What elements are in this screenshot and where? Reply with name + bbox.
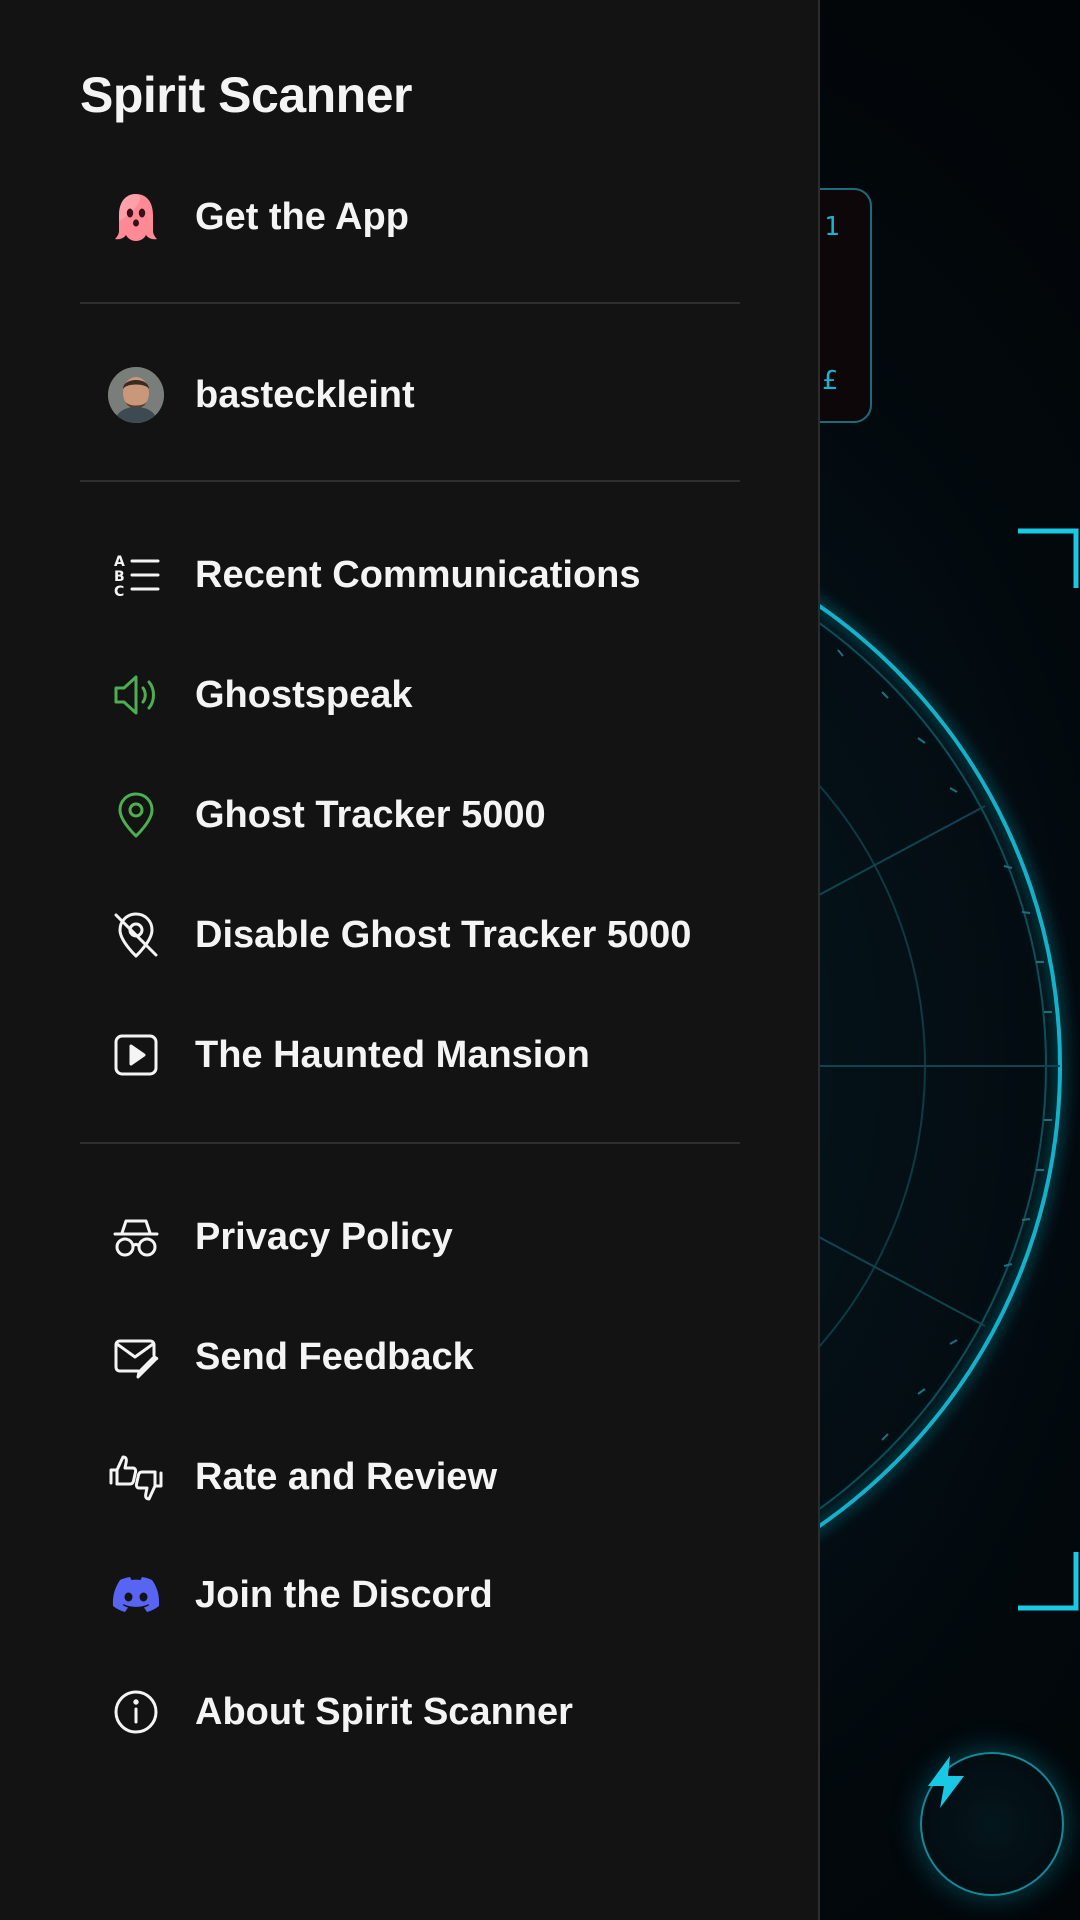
menu-item-ghost-tracker[interactable]: Ghost Tracker 5000 xyxy=(80,765,740,865)
svg-text:B: B xyxy=(114,569,125,585)
menu-item-label: Ghostspeak xyxy=(195,673,413,716)
menu-item-label: Rate and Review xyxy=(195,1455,497,1498)
svg-text:C: C xyxy=(114,584,124,599)
menu-item-join-discord[interactable]: Join the Discord xyxy=(80,1545,740,1645)
drawer-title: Spirit Scanner xyxy=(80,67,413,123)
divider xyxy=(80,480,740,482)
menu-item-label: Disable Ghost Tracker 5000 xyxy=(195,913,692,956)
menu-item-label: About Spirit Scanner xyxy=(195,1690,573,1733)
menu-item-label: Join the Discord xyxy=(195,1573,493,1616)
menu-item-get-the-app[interactable]: Get the App xyxy=(80,167,740,267)
menu-item-send-feedback[interactable]: Send Feedback xyxy=(80,1307,740,1407)
menu-item-recent-communications[interactable]: A B C Recent Communications xyxy=(80,525,740,625)
menu-item-label: Get the App xyxy=(195,195,409,238)
abc-list-icon: A B C xyxy=(108,547,164,603)
menu-item-account[interactable]: basteckleint xyxy=(80,345,740,445)
svg-text:A: A xyxy=(114,554,125,570)
menu-item-label: Send Feedback xyxy=(195,1335,474,1378)
lightning-icon xyxy=(928,1756,964,1808)
readout-top-value: 1 xyxy=(824,212,840,242)
flash-button[interactable] xyxy=(920,1752,1064,1896)
location-pin-icon xyxy=(108,787,164,843)
mail-edit-icon xyxy=(108,1329,164,1385)
info-icon xyxy=(108,1684,164,1740)
discord-icon xyxy=(108,1567,164,1623)
menu-item-rate-and-review[interactable]: Rate and Review xyxy=(80,1427,740,1527)
divider xyxy=(80,302,740,304)
menu-item-haunted-mansion[interactable]: The Haunted Mansion xyxy=(80,1005,740,1105)
menu-item-label: Recent Communications xyxy=(195,553,641,596)
incognito-icon xyxy=(108,1209,164,1265)
play-icon xyxy=(108,1027,164,1083)
menu-item-about[interactable]: About Spirit Scanner xyxy=(80,1662,740,1762)
ghost-icon xyxy=(108,189,164,245)
avatar xyxy=(108,367,164,423)
thumbs-icon xyxy=(108,1449,164,1505)
menu-item-label: Ghost Tracker 5000 xyxy=(195,793,546,836)
divider xyxy=(80,1142,740,1144)
speaker-icon xyxy=(108,667,164,723)
menu-item-privacy-policy[interactable]: Privacy Policy xyxy=(80,1187,740,1287)
menu-item-label: The Haunted Mansion xyxy=(195,1033,590,1076)
menu-item-ghostspeak[interactable]: Ghostspeak xyxy=(80,645,740,745)
location-off-icon xyxy=(108,907,164,963)
readout-bottom-value: £ xyxy=(822,366,838,396)
navigation-drawer: Spirit Scanner Get the App basteckleint … xyxy=(0,0,820,1920)
menu-item-label: basteckleint xyxy=(195,373,415,416)
menu-item-label: Privacy Policy xyxy=(195,1215,453,1258)
menu-item-disable-ghost-tracker[interactable]: Disable Ghost Tracker 5000 xyxy=(80,885,740,985)
